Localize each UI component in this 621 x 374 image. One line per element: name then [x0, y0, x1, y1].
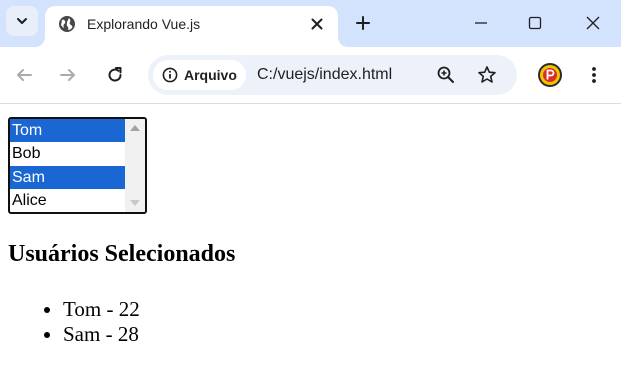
back-button[interactable]: [13, 64, 35, 86]
tab-strip: Explorando Vue.js: [0, 0, 621, 47]
reload-button[interactable]: [104, 64, 126, 86]
maximize-icon: [528, 16, 542, 30]
maximize-button[interactable]: [524, 12, 546, 34]
close-icon: [586, 16, 600, 30]
list-item: Sam - 28: [63, 322, 140, 347]
site-info-chip[interactable]: Arquivo: [153, 60, 246, 90]
chevron-down-icon: [17, 18, 27, 24]
info-icon: [162, 67, 178, 83]
tab-search-button[interactable]: [6, 6, 38, 36]
listbox-scrollbar[interactable]: [125, 119, 145, 212]
address-bar[interactable]: Arquivo C:/vuejs/index.html: [148, 55, 517, 95]
arrow-right-icon: [60, 69, 75, 81]
extension-icon[interactable]: [537, 62, 563, 88]
browser-menu-button[interactable]: [583, 64, 605, 86]
site-chip-label: Arquivo: [184, 67, 237, 83]
selected-users-heading: Usuários Selecionados: [8, 241, 236, 267]
option-alice[interactable]: Alice: [10, 189, 125, 212]
plus-icon: [356, 16, 370, 30]
list-item: Tom - 22: [63, 297, 140, 322]
zoom-in-icon: [437, 66, 454, 83]
more-vert-icon: [592, 67, 596, 83]
arrow-left-icon: [17, 69, 32, 81]
tab-active[interactable]: Explorando Vue.js: [45, 6, 338, 47]
scroll-up-arrow-icon[interactable]: [130, 125, 140, 131]
scroll-down-arrow-icon[interactable]: [130, 200, 140, 206]
browser-toolbar: Arquivo C:/vuejs/index.html: [0, 47, 621, 104]
minimize-button[interactable]: [470, 12, 492, 34]
reload-icon: [108, 67, 122, 82]
users-multiselect[interactable]: Tom Bob Sam Alice: [8, 117, 147, 214]
star-icon: [478, 66, 496, 83]
close-icon: [311, 18, 323, 30]
tab-close-button[interactable]: [307, 14, 327, 34]
option-sam[interactable]: Sam: [10, 165, 125, 189]
url-text[interactable]: C:/vuejs/index.html: [257, 66, 392, 84]
zoom-button[interactable]: [435, 64, 457, 86]
window-close-button[interactable]: [582, 12, 604, 34]
page-content: Tom Bob Sam Alice Usuários Selecionados …: [0, 105, 621, 374]
tab-title: Explorando Vue.js: [87, 16, 201, 32]
minimize-icon: [475, 22, 487, 24]
globe-icon: [59, 16, 75, 32]
listbox-options: Tom Bob Sam Alice: [10, 119, 125, 212]
bookmark-button[interactable]: [476, 64, 498, 86]
new-tab-button[interactable]: [352, 12, 374, 34]
forward-button[interactable]: [57, 64, 79, 86]
option-tom[interactable]: Tom: [10, 119, 125, 143]
option-bob[interactable]: Bob: [10, 142, 125, 165]
selected-users-list: Tom - 22 Sam - 28: [63, 297, 140, 347]
